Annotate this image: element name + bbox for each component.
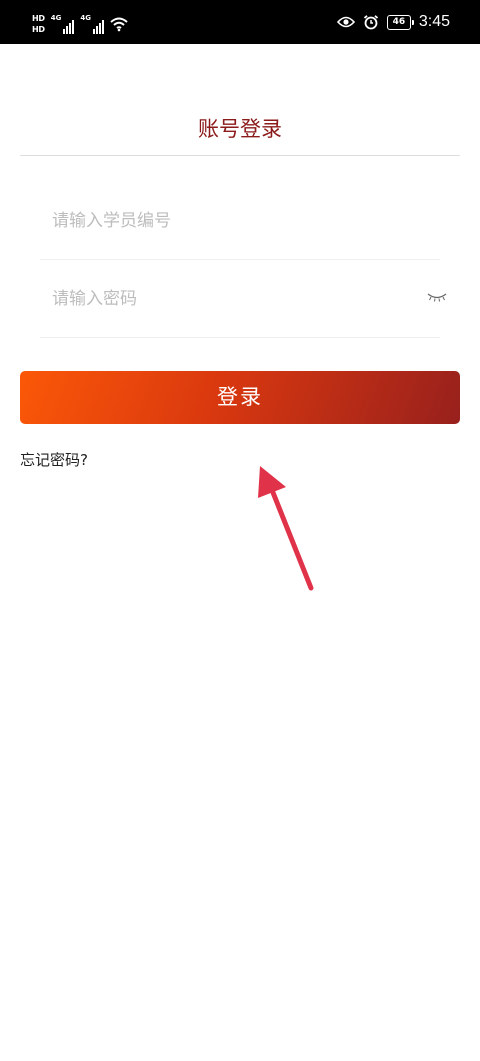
student-id-input[interactable] [52,204,412,238]
student-id-field [40,182,440,260]
hd-indicators: HD HD [32,14,45,34]
status-bar: HD HD 4G 4G 46 3:45 [0,0,480,44]
annotation-arrow-icon [258,466,314,591]
network-type-1: 4G [50,14,62,22]
network-type-2: 4G [80,14,91,22]
forgot-password-link[interactable]: 忘记密码? [20,449,88,470]
signal-icon-2: 4G [80,14,104,34]
wifi-icon [110,17,128,32]
status-bar-left: HD HD 4G 4G [32,10,128,38]
hd-indicator-2: HD [32,25,45,34]
clock: 3:45 [418,13,450,30]
signal-icon-1: 4G [51,14,75,34]
password-field [40,260,447,338]
login-screen: HD HD 4G 4G 46 3:45 账号登录 请输入学员编号 登录 忘记密码… [0,0,480,1061]
alarm-icon [363,15,378,30]
eye-icon [336,16,355,28]
eye-closed-icon[interactable] [426,290,448,304]
login-button[interactable]: 登录 [20,371,460,424]
hd-indicator-1: HD [32,14,45,23]
battery-indicator: 46 [386,14,414,30]
status-bar-right: 46 3:45 [336,11,450,33]
page-title: 账号登录 [198,117,282,141]
password-input[interactable] [52,282,412,316]
title-divider [20,155,460,156]
